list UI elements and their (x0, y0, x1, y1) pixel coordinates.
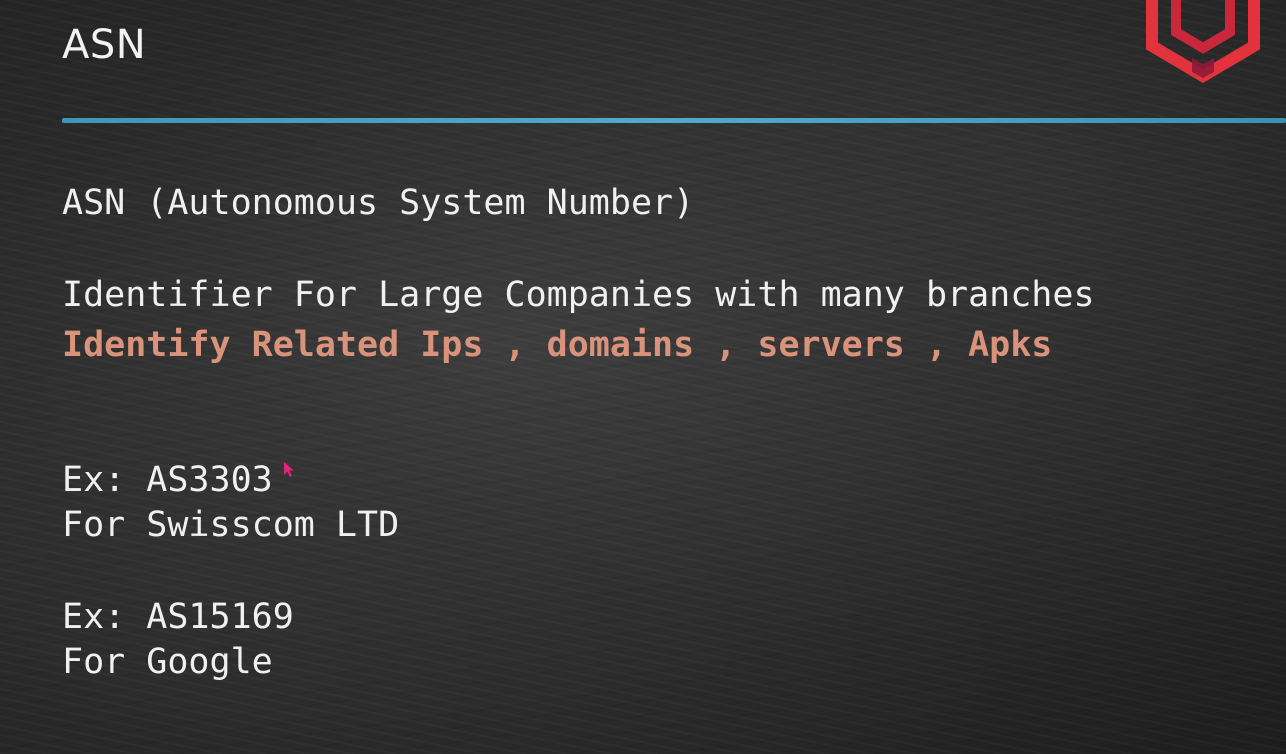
asn-use-highlight: Identify Related Ips , domains , servers… (62, 325, 1053, 365)
mouse-pointer-icon (284, 462, 294, 477)
chalkboard-background (0, 0, 1286, 754)
example-2-code: Ex: AS15169 (62, 597, 294, 637)
example-2-owner: For Google (62, 642, 273, 682)
example-1-owner: For Swisscom LTD (62, 505, 400, 545)
title-divider (62, 118, 1286, 123)
hexagon-logo-icon (1146, 0, 1260, 83)
asn-definition: ASN (Autonomous System Number) (62, 183, 695, 223)
asn-description: Identifier For Large Companies with many… (62, 275, 1095, 315)
example-1-code: Ex: AS3303 (62, 460, 273, 500)
slide-title: ASN (62, 22, 147, 68)
